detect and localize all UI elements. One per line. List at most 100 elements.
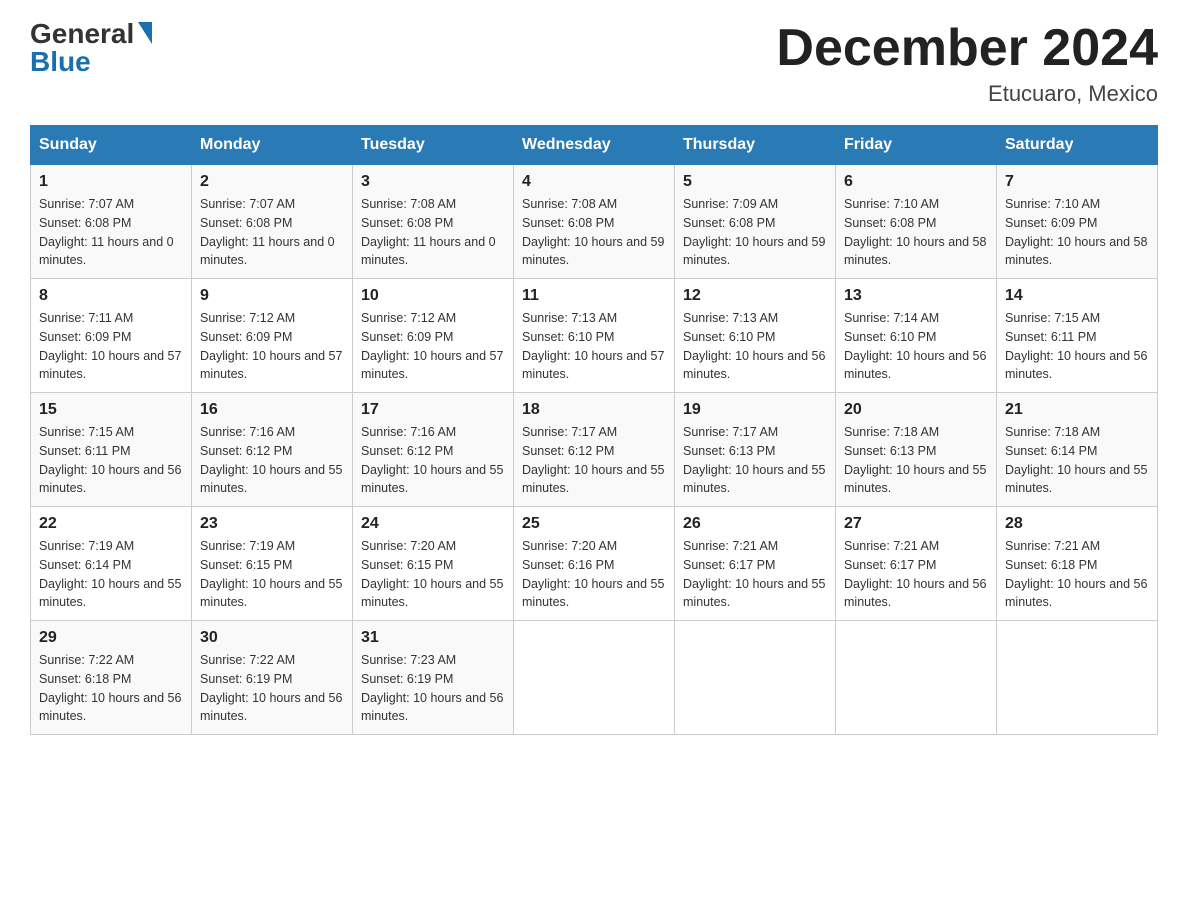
calendar-week-4: 22 Sunrise: 7:19 AMSunset: 6:14 PMDaylig… [31,507,1158,621]
logo-triangle-icon [138,22,152,44]
header-friday: Friday [836,126,997,165]
calendar-cell: 28 Sunrise: 7:21 AMSunset: 6:18 PMDaylig… [997,507,1158,621]
calendar-cell: 16 Sunrise: 7:16 AMSunset: 6:12 PMDaylig… [192,393,353,507]
calendar-cell: 4 Sunrise: 7:08 AMSunset: 6:08 PMDayligh… [514,165,675,279]
day-number: 23 [200,515,344,533]
logo: General Blue [30,20,152,76]
day-info: Sunrise: 7:18 AMSunset: 6:13 PMDaylight:… [844,425,986,495]
day-number: 22 [39,515,183,533]
day-number: 28 [1005,515,1149,533]
day-number: 8 [39,287,183,305]
calendar-cell: 3 Sunrise: 7:08 AMSunset: 6:08 PMDayligh… [353,165,514,279]
day-info: Sunrise: 7:07 AMSunset: 6:08 PMDaylight:… [200,197,335,267]
calendar-table: SundayMondayTuesdayWednesdayThursdayFrid… [30,125,1158,735]
calendar-cell [675,621,836,735]
day-number: 13 [844,287,988,305]
day-info: Sunrise: 7:12 AMSunset: 6:09 PMDaylight:… [200,311,342,381]
day-info: Sunrise: 7:08 AMSunset: 6:08 PMDaylight:… [361,197,496,267]
day-number: 17 [361,401,505,419]
calendar-cell: 31 Sunrise: 7:23 AMSunset: 6:19 PMDaylig… [353,621,514,735]
day-number: 16 [200,401,344,419]
header-saturday: Saturday [997,126,1158,165]
calendar-cell: 19 Sunrise: 7:17 AMSunset: 6:13 PMDaylig… [675,393,836,507]
calendar-cell: 27 Sunrise: 7:21 AMSunset: 6:17 PMDaylig… [836,507,997,621]
day-info: Sunrise: 7:10 AMSunset: 6:08 PMDaylight:… [844,197,986,267]
day-number: 12 [683,287,827,305]
day-number: 18 [522,401,666,419]
calendar-cell: 20 Sunrise: 7:18 AMSunset: 6:13 PMDaylig… [836,393,997,507]
day-info: Sunrise: 7:17 AMSunset: 6:13 PMDaylight:… [683,425,825,495]
day-info: Sunrise: 7:21 AMSunset: 6:18 PMDaylight:… [1005,539,1147,609]
calendar-cell: 25 Sunrise: 7:20 AMSunset: 6:16 PMDaylig… [514,507,675,621]
day-number: 19 [683,401,827,419]
calendar-cell: 1 Sunrise: 7:07 AMSunset: 6:08 PMDayligh… [31,165,192,279]
day-number: 30 [200,629,344,647]
day-number: 11 [522,287,666,305]
day-number: 5 [683,173,827,191]
day-number: 14 [1005,287,1149,305]
day-info: Sunrise: 7:08 AMSunset: 6:08 PMDaylight:… [522,197,664,267]
calendar-cell: 13 Sunrise: 7:14 AMSunset: 6:10 PMDaylig… [836,279,997,393]
calendar-cell: 26 Sunrise: 7:21 AMSunset: 6:17 PMDaylig… [675,507,836,621]
day-info: Sunrise: 7:23 AMSunset: 6:19 PMDaylight:… [361,653,503,723]
day-info: Sunrise: 7:20 AMSunset: 6:15 PMDaylight:… [361,539,503,609]
title-section: December 2024 Etucuaro, Mexico [776,20,1158,107]
day-info: Sunrise: 7:19 AMSunset: 6:14 PMDaylight:… [39,539,181,609]
calendar-cell [836,621,997,735]
calendar-cell: 21 Sunrise: 7:18 AMSunset: 6:14 PMDaylig… [997,393,1158,507]
header-thursday: Thursday [675,126,836,165]
day-info: Sunrise: 7:18 AMSunset: 6:14 PMDaylight:… [1005,425,1147,495]
day-info: Sunrise: 7:13 AMSunset: 6:10 PMDaylight:… [683,311,825,381]
day-number: 21 [1005,401,1149,419]
calendar-cell: 30 Sunrise: 7:22 AMSunset: 6:19 PMDaylig… [192,621,353,735]
calendar-week-1: 1 Sunrise: 7:07 AMSunset: 6:08 PMDayligh… [31,165,1158,279]
calendar-week-3: 15 Sunrise: 7:15 AMSunset: 6:11 PMDaylig… [31,393,1158,507]
calendar-cell: 17 Sunrise: 7:16 AMSunset: 6:12 PMDaylig… [353,393,514,507]
calendar-cell [514,621,675,735]
logo-general-text: General [30,20,134,48]
day-number: 15 [39,401,183,419]
calendar-cell: 18 Sunrise: 7:17 AMSunset: 6:12 PMDaylig… [514,393,675,507]
day-number: 3 [361,173,505,191]
page-header: General Blue December 2024 Etucuaro, Mex… [30,20,1158,107]
calendar-cell: 6 Sunrise: 7:10 AMSunset: 6:08 PMDayligh… [836,165,997,279]
calendar-header-row: SundayMondayTuesdayWednesdayThursdayFrid… [31,126,1158,165]
day-info: Sunrise: 7:21 AMSunset: 6:17 PMDaylight:… [683,539,825,609]
day-info: Sunrise: 7:15 AMSunset: 6:11 PMDaylight:… [39,425,181,495]
day-number: 7 [1005,173,1149,191]
calendar-cell: 24 Sunrise: 7:20 AMSunset: 6:15 PMDaylig… [353,507,514,621]
day-info: Sunrise: 7:16 AMSunset: 6:12 PMDaylight:… [200,425,342,495]
month-title: December 2024 [776,20,1158,77]
day-info: Sunrise: 7:10 AMSunset: 6:09 PMDaylight:… [1005,197,1147,267]
calendar-cell: 15 Sunrise: 7:15 AMSunset: 6:11 PMDaylig… [31,393,192,507]
day-number: 25 [522,515,666,533]
day-number: 27 [844,515,988,533]
day-number: 20 [844,401,988,419]
day-info: Sunrise: 7:13 AMSunset: 6:10 PMDaylight:… [522,311,664,381]
day-info: Sunrise: 7:17 AMSunset: 6:12 PMDaylight:… [522,425,664,495]
calendar-cell: 22 Sunrise: 7:19 AMSunset: 6:14 PMDaylig… [31,507,192,621]
day-number: 4 [522,173,666,191]
calendar-cell: 7 Sunrise: 7:10 AMSunset: 6:09 PMDayligh… [997,165,1158,279]
calendar-cell: 14 Sunrise: 7:15 AMSunset: 6:11 PMDaylig… [997,279,1158,393]
day-info: Sunrise: 7:11 AMSunset: 6:09 PMDaylight:… [39,311,181,381]
calendar-cell: 9 Sunrise: 7:12 AMSunset: 6:09 PMDayligh… [192,279,353,393]
day-info: Sunrise: 7:16 AMSunset: 6:12 PMDaylight:… [361,425,503,495]
header-tuesday: Tuesday [353,126,514,165]
day-info: Sunrise: 7:22 AMSunset: 6:18 PMDaylight:… [39,653,181,723]
calendar-cell: 11 Sunrise: 7:13 AMSunset: 6:10 PMDaylig… [514,279,675,393]
day-number: 10 [361,287,505,305]
day-info: Sunrise: 7:22 AMSunset: 6:19 PMDaylight:… [200,653,342,723]
day-info: Sunrise: 7:12 AMSunset: 6:09 PMDaylight:… [361,311,503,381]
calendar-cell: 29 Sunrise: 7:22 AMSunset: 6:18 PMDaylig… [31,621,192,735]
day-number: 1 [39,173,183,191]
header-sunday: Sunday [31,126,192,165]
header-monday: Monday [192,126,353,165]
calendar-cell: 10 Sunrise: 7:12 AMSunset: 6:09 PMDaylig… [353,279,514,393]
day-number: 29 [39,629,183,647]
day-info: Sunrise: 7:14 AMSunset: 6:10 PMDaylight:… [844,311,986,381]
calendar-cell [997,621,1158,735]
header-wednesday: Wednesday [514,126,675,165]
day-number: 6 [844,173,988,191]
calendar-cell: 2 Sunrise: 7:07 AMSunset: 6:08 PMDayligh… [192,165,353,279]
